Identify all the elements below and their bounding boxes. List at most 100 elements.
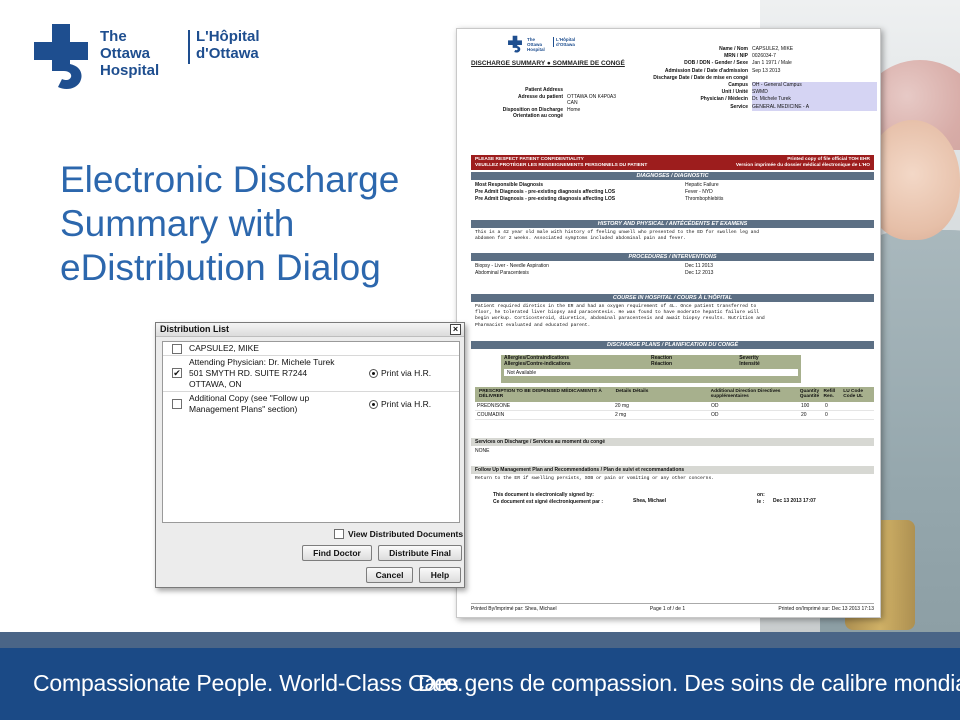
signed-date: Dec 13 2013 17:07 <box>773 498 816 504</box>
prescription-header-row: PRESCRIPTION TO BE DISPENSED MÉDICAMENTS… <box>475 387 874 402</box>
patient-field-label: Physician / Médecin <box>700 96 748 103</box>
diagnosis-label: Most Responsible Diagnosis <box>475 182 544 188</box>
footer-stripe <box>0 632 960 648</box>
recipient-checkbox[interactable] <box>172 399 182 409</box>
rx-direction: OD <box>711 412 719 418</box>
view-distributed-checkbox-box[interactable] <box>334 529 344 539</box>
diagnosis-row: Pre Admit Diagnosis - pre-existing diagn… <box>475 196 870 203</box>
view-distributed-documents-checkbox[interactable]: View Distributed Documents <box>334 529 463 539</box>
allergy-col3-fr: Intensité <box>739 360 760 367</box>
patient-field-value: Jan 1 1971 / Male <box>752 60 792 67</box>
close-icon[interactable]: × <box>450 324 461 335</box>
recipient-checkbox-checked[interactable]: ✔ <box>172 368 182 378</box>
history-text: This is a 42 year old male with history … <box>475 230 870 242</box>
slide-title: Electronic Discharge Summary with eDistr… <box>60 158 460 290</box>
diagnosis-label: Pre Admit Diagnosis - pre-existing diagn… <box>475 196 616 202</box>
signer-name: Shea, Michael <box>633 498 667 504</box>
table-row: PREDNISONE 20 mg OD 100 0 <box>475 402 874 411</box>
logo-name-fr: L'Hôpital d'Ottawa <box>196 28 286 62</box>
patient-info: Name / Nom CAPSULE2, MIKE MRN / NIP 002603… <box>637 46 877 111</box>
address-label: Orientation au congé <box>512 113 563 119</box>
list-item[interactable]: Additional Copy (see "Follow up Manageme… <box>163 392 459 418</box>
patient-field-label: Unit / Unité <box>721 89 748 96</box>
find-doctor-button[interactable]: Find Doctor <box>302 545 372 561</box>
discharge-summary-document: The Ottawa Hospital L'Hôpital d'Ottawa D… <box>456 28 881 618</box>
recipient-line: OTTAWA, ON <box>189 379 242 389</box>
rx-header-details: Details Détails <box>615 389 649 394</box>
patient-field-value: SWMD <box>752 89 877 97</box>
procedure-row: Biopsy - Liver - Needle Aspiration Dec 11… <box>475 263 870 270</box>
rx-header-refill: Refill Ren. <box>823 389 836 400</box>
distribution-list: CAPSULE2, MIKE ✔ Attending Physician: Dr… <box>162 341 460 523</box>
patient-field-label: Discharge Date / Date de mise en congé <box>653 74 748 81</box>
course-text-line: Pharmacist evaluated and educated parent… <box>475 322 591 328</box>
print-option-label: Print via H.R. <box>381 368 432 378</box>
list-item[interactable]: CAPSULE2, MIKE <box>163 342 459 356</box>
services-heading: Services on Discharge / Services au mome… <box>471 438 874 446</box>
printed-by: Printed By/Imprimé par: Shea, Michael <box>471 606 557 612</box>
procedure-label: Biopsy - Liver - Needle Aspiration <box>475 263 549 269</box>
print-via-hr-radio[interactable]: Print via H.R. <box>369 368 431 378</box>
recipient-detail: Additional Copy (see "Follow up Manageme… <box>189 393 309 415</box>
logo-name-fr-line1: L'Hôpital <box>196 28 260 45</box>
allergy-col3: Severity Intensité <box>739 355 798 367</box>
dialog-titlebar[interactable]: Distribution List × <box>156 323 464 337</box>
patient-field-value: 0026034-7 <box>752 53 776 60</box>
cancel-button[interactable]: Cancel <box>366 567 413 583</box>
help-button[interactable]: Help <box>419 567 461 583</box>
allergy-value: Not Available <box>504 369 798 376</box>
diagnosis-value: Fever - NYD <box>685 189 713 195</box>
rx-lu-code <box>845 402 874 410</box>
procedure-row: Abdominal Paracentesis Dec 12 2013 <box>475 270 870 277</box>
procedure-date: Dec 12 2013 <box>685 270 714 276</box>
radio-selected-icon <box>369 399 378 409</box>
logo-name-en-line2: Hospital <box>100 62 160 79</box>
radio-selected-icon <box>369 368 378 378</box>
logo-name-en-line1: The Ottawa <box>100 28 151 62</box>
course-heading: COURSE IN HOSPITAL / COURS À L'HÔPITAL <box>471 294 874 302</box>
dialog-title: Distribution List <box>160 324 229 334</box>
patient-field-value: Dr. Michele Turek <box>752 96 877 104</box>
rx-lu-code <box>845 411 874 419</box>
document-logo-fr: L'Hôpital d'Ottawa <box>553 37 583 47</box>
patient-field-value: CAPSULE2, MIKE <box>752 46 794 52</box>
hospital-logo: The Ottawa Hospital L'Hôpital d'Ottawa <box>30 22 290 102</box>
rx-drug: COUMADIN <box>477 412 505 418</box>
diagnosis-row: Pre Admit Diagnosis - pre-existing diagn… <box>475 189 870 196</box>
recipient-checkbox[interactable] <box>172 344 182 354</box>
patient-field-value <box>752 75 877 82</box>
rx-refill: 0 <box>825 412 828 418</box>
document-logo-icon <box>508 35 522 53</box>
rx-details: 2 mg <box>615 412 627 418</box>
rx-direction: OD <box>711 403 719 409</box>
document-logo-en: The Ottawa Hospital <box>527 37 545 52</box>
allergy-col2-fr: Réaction <box>651 360 673 367</box>
distribution-list-dialog: Distribution List × CAPSULE2, MIKE ✔ Att… <box>155 322 465 588</box>
tagline-en: Compassionate People. World-Class Care. <box>33 670 464 696</box>
table-row: COUMADIN 2 mg OD 20 0 <box>475 411 874 420</box>
list-item[interactable]: ✔ Attending Physician: Dr. Michele Turek… <box>163 356 459 392</box>
ottawa-hospital-cross-logo-icon <box>34 24 88 90</box>
view-distributed-label: View Distributed Documents <box>348 529 464 539</box>
history-text-line: abdomen for 2 weeks. Associated symptoms… <box>475 236 686 242</box>
print-via-hr-radio[interactable]: Print via H.R. <box>369 399 431 409</box>
patient-field-label: Admission Date / Date d'admission <box>664 67 748 74</box>
page-indicator: Page 1 of / de 1 <box>649 606 686 612</box>
rx-refill: 0 <box>825 403 828 409</box>
rx-header-lu-code: LU Code Code UL <box>843 389 864 400</box>
followup-heading: Follow Up Management Plan and Recommenda… <box>471 466 874 474</box>
rx-quantity: 20 <box>801 412 807 418</box>
patient-field-value: OH - General Campus <box>752 81 877 90</box>
distribute-final-button[interactable]: Distribute Final <box>378 545 462 561</box>
diagnosis-value: Thrombophlebitis <box>685 196 724 202</box>
diagnosis-value: Hepatic Failure <box>685 182 719 188</box>
allergy-col1-fr: Allergies/Contre-indications <box>504 360 571 367</box>
diagnosis-row: Most Responsible Diagnosis Hepatic Failur… <box>475 182 870 189</box>
confidential-right-2: Version imprimée du dossier médical élec… <box>735 162 870 168</box>
logo-divider <box>188 30 190 64</box>
diagnoses-heading: DIAGNOSES / DIAGNOSTIC <box>471 172 874 180</box>
allergy-col2: Reaction Réaction <box>651 355 739 367</box>
confidentiality-banner: PLEASE RESPECT PATIENT CONFIDENTIALITY V… <box>471 155 874 170</box>
recipient-line: Attending Physician: Dr. Michele Turek <box>189 357 335 367</box>
patient-address: Patient Address Adresse du patient OTTAWA… <box>471 87 641 120</box>
